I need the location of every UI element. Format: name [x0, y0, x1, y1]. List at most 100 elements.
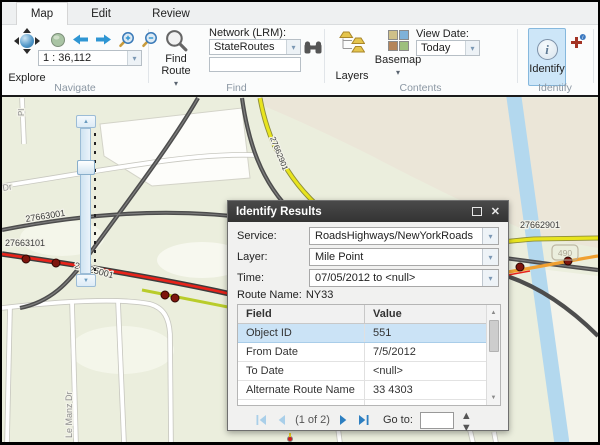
- explore-icon: [14, 28, 40, 54]
- first-page-icon[interactable]: [255, 414, 268, 426]
- table-row[interactable]: From Date 7/5/2012: [238, 343, 486, 362]
- chevron-down-icon[interactable]: [286, 40, 300, 54]
- chevron-down-icon: [396, 66, 400, 78]
- map-zoom-slider[interactable]: [76, 115, 102, 291]
- map-scale-combobox[interactable]: 1 : 36,112: [38, 50, 142, 66]
- results-pager: (1 of 2) Go to:: [228, 409, 500, 431]
- forward-arrow-icon[interactable]: [95, 33, 112, 46]
- route-id-label: 27663101: [5, 238, 45, 248]
- chevron-down-icon[interactable]: [482, 270, 498, 286]
- spinner-down-icon[interactable]: [461, 422, 473, 434]
- mile-point: [161, 291, 169, 299]
- dialog-title-bar[interactable]: Identify Results: [228, 201, 508, 222]
- group-divider: [593, 29, 594, 83]
- zoom-slider-up-button[interactable]: [76, 115, 96, 128]
- time-combobox[interactable]: 07/05/2012 to <null>: [309, 269, 499, 287]
- maximize-icon[interactable]: [472, 207, 482, 216]
- basemap-label: Basemap: [375, 54, 421, 66]
- mile-point: [22, 255, 30, 263]
- find-route-input[interactable]: [209, 57, 301, 72]
- previous-page-icon[interactable]: [275, 414, 288, 426]
- attributes-table: Field Value Object ID 551 From Date 7/5/…: [237, 304, 501, 406]
- globe-icon[interactable]: [50, 32, 66, 48]
- field-column-header: Field: [238, 308, 364, 320]
- mile-point: [52, 259, 60, 267]
- street-name-label: Le Manz Dr: [64, 391, 74, 438]
- tab-edit[interactable]: Edit: [68, 2, 134, 25]
- layer-label: Layer:: [237, 251, 309, 263]
- route-name-value: NY33: [306, 289, 334, 301]
- tab-map[interactable]: Map: [16, 2, 68, 25]
- route-id-label: 27662901: [520, 220, 560, 230]
- last-page-icon[interactable]: [357, 414, 370, 426]
- chevron-down-icon[interactable]: [482, 249, 498, 265]
- route-name-label: Route Name:: [237, 289, 302, 301]
- table-row[interactable]: Object ID 551: [238, 324, 486, 343]
- tab-review[interactable]: Review: [134, 2, 208, 25]
- table-scrollbar[interactable]: ▲ ▼: [486, 305, 500, 405]
- find-route-button[interactable]: Find Route: [154, 29, 198, 89]
- network-lrm-combobox[interactable]: StateRoutes: [209, 39, 301, 55]
- view-date-combobox[interactable]: Today: [416, 40, 480, 56]
- mile-point: [171, 294, 179, 302]
- chevron-down-icon[interactable]: [127, 51, 141, 65]
- page-status: (1 of 2): [295, 414, 330, 426]
- scroll-up-icon[interactable]: ▲: [487, 306, 500, 319]
- table-row[interactable]: Alternate Route Name 33 4303: [238, 381, 486, 400]
- chevron-down-icon[interactable]: [465, 41, 479, 55]
- goto-page-input[interactable]: [420, 412, 454, 429]
- goto-label: Go to:: [383, 414, 413, 426]
- spinner-up-icon[interactable]: [461, 410, 473, 422]
- zoom-slider-down-button[interactable]: [76, 274, 96, 287]
- table-row[interactable]: To Date <null>: [238, 362, 486, 381]
- time-label: Time:: [237, 272, 309, 284]
- scroll-down-icon[interactable]: ▼: [487, 391, 500, 404]
- zoom-slider-ticks: [94, 133, 96, 271]
- service-label: Service:: [237, 230, 309, 242]
- identify-results-dialog: Identify Results Service: RoadsHighways/…: [227, 200, 509, 431]
- field-cell: Object ID: [238, 327, 364, 339]
- identify-button[interactable]: i Identify: [528, 28, 566, 86]
- find-route-label-2: Route: [161, 65, 190, 77]
- magnifier-icon: [164, 29, 189, 53]
- map-scale-value: 1 : 36,112: [39, 52, 127, 64]
- zoom-slider-handle[interactable]: [77, 160, 95, 175]
- parcel: [100, 108, 250, 186]
- back-arrow-icon[interactable]: [72, 33, 89, 46]
- zoom-slider-track[interactable]: [80, 128, 91, 274]
- value-cell: 7/5/2012: [364, 343, 486, 361]
- value-cell: 33 4303: [364, 381, 486, 399]
- value-column-header: Value: [364, 305, 486, 323]
- mile-point: [564, 257, 572, 265]
- zoom-in-icon[interactable]: [118, 31, 135, 48]
- field-cell: To Date: [238, 365, 364, 377]
- find-route-label-1: Find: [165, 53, 186, 65]
- ribbon: Explore 1 : 36,112 Navigate Find Route N…: [2, 25, 598, 95]
- identify-group-label: Identify: [517, 82, 593, 94]
- group-divider: [324, 29, 325, 83]
- binoculars-icon[interactable]: [304, 41, 322, 54]
- field-cell: Alternate Route Name: [238, 384, 364, 396]
- scrollbar-thumb[interactable]: [489, 320, 499, 352]
- layers-button[interactable]: Layers: [332, 30, 372, 82]
- network-lrm-value: StateRoutes: [210, 41, 286, 53]
- close-icon[interactable]: [491, 205, 500, 218]
- field-cell: From Date: [238, 346, 364, 358]
- layers-icon: [339, 30, 365, 54]
- table-row-partial[interactable]: [238, 400, 486, 406]
- time-value: 07/05/2012 to <null>: [310, 272, 482, 284]
- layers-label: Layers: [335, 70, 368, 82]
- layer-combobox[interactable]: Mile Point: [309, 248, 499, 266]
- service-combobox[interactable]: RoadsHighways/NewYorkRoads: [309, 227, 499, 245]
- dialog-body: Service: RoadsHighways/NewYorkRoads Laye…: [228, 222, 508, 432]
- next-page-icon[interactable]: [337, 414, 350, 426]
- goto-spinner[interactable]: [461, 410, 473, 430]
- navigate-group-label: Navigate: [2, 82, 148, 94]
- ribbon-tab-bar: Map Edit Review: [2, 2, 598, 25]
- identify-route-characteristics-icon[interactable]: i: [569, 34, 586, 50]
- chevron-down-icon[interactable]: [482, 228, 498, 244]
- street-name-label: Pl: [17, 109, 26, 116]
- network-lrm-label: Network (LRM):: [209, 27, 286, 39]
- value-cell: 551: [364, 324, 486, 342]
- service-value: RoadsHighways/NewYorkRoads: [310, 230, 482, 242]
